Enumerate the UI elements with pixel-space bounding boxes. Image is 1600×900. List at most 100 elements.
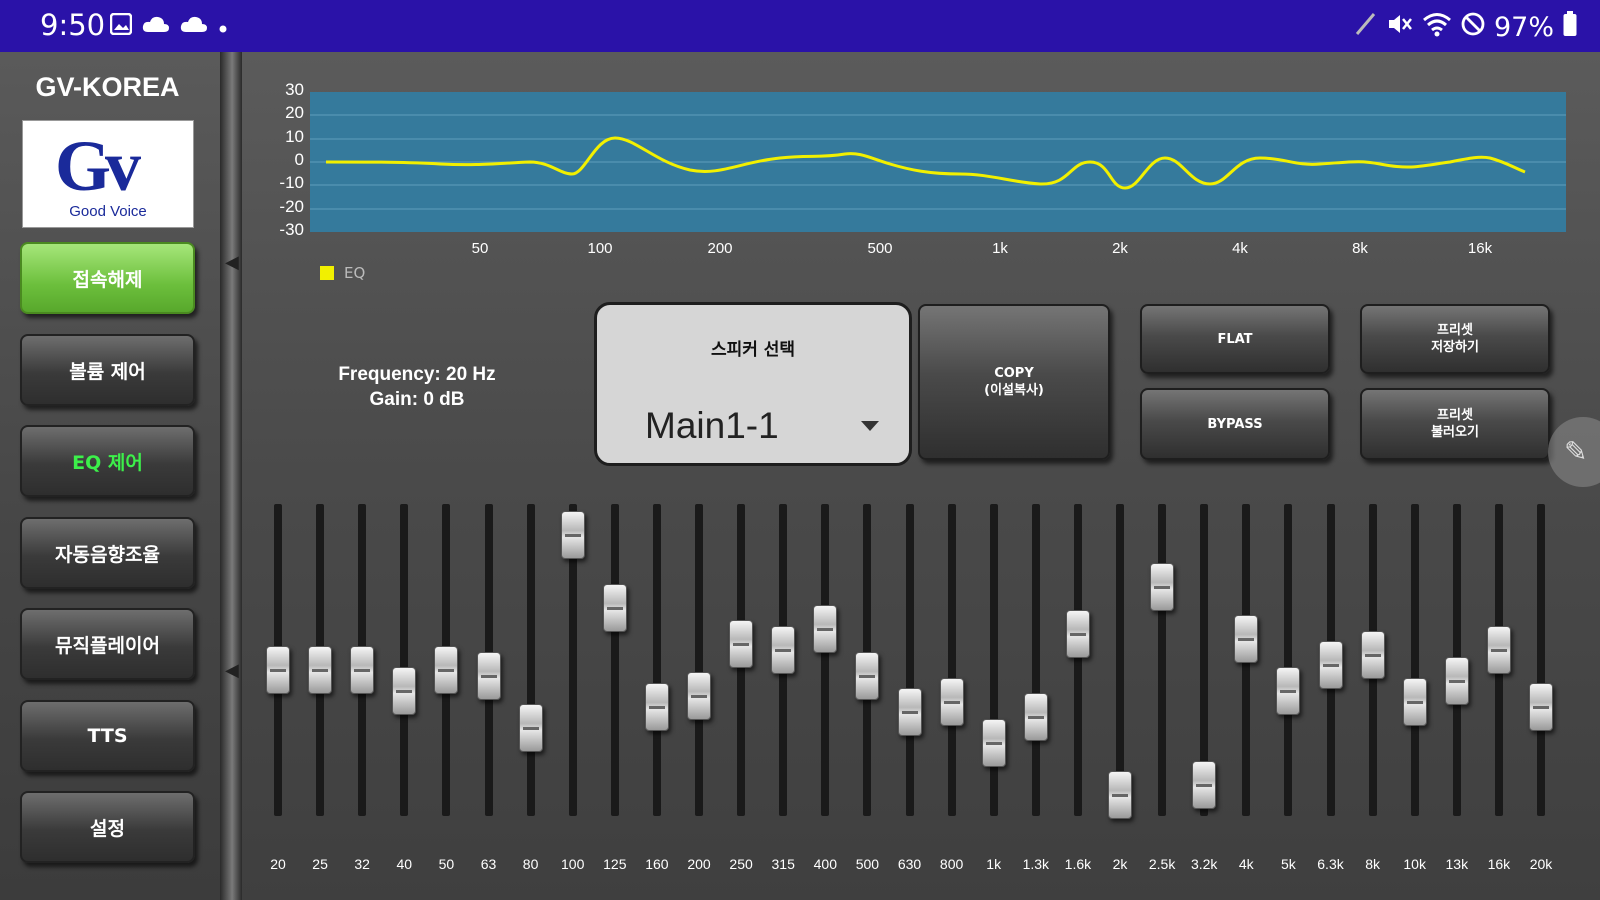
- dot-icon: [218, 15, 228, 41]
- fader-track[interactable]: [1410, 504, 1419, 816]
- auto-tuning-button[interactable]: 자동음향조율: [20, 517, 195, 589]
- fader-frequency-label: 63: [480, 856, 497, 872]
- fader-track[interactable]: [1031, 504, 1040, 816]
- fader-knob[interactable]: [1276, 667, 1301, 716]
- fader-knob[interactable]: [939, 677, 964, 726]
- fader-knob[interactable]: [1065, 610, 1090, 658]
- fader-knob[interactable]: [729, 620, 754, 669]
- flat-button[interactable]: FLAT: [1140, 304, 1330, 374]
- fader-track[interactable]: [400, 504, 409, 816]
- fader-frequency-label: 32: [354, 856, 370, 872]
- gain-readout: Gain: 0 dB: [369, 389, 465, 410]
- fader-track[interactable]: [1284, 504, 1293, 816]
- fader-knob[interactable]: [1444, 656, 1469, 705]
- fader-knob[interactable]: [266, 646, 290, 695]
- preset-save-button[interactable]: 프리셋 저장하기: [1360, 304, 1550, 374]
- fader-track[interactable]: [610, 504, 619, 816]
- fader-track[interactable]: [821, 504, 830, 816]
- fader-track[interactable]: [947, 504, 956, 816]
- logo-caption: Good Voice: [69, 203, 147, 220]
- fader-track[interactable]: [526, 504, 535, 816]
- fader-frequency-label: 20: [270, 856, 286, 872]
- x-tick-label: 4k: [1232, 240, 1248, 257]
- fader-knob[interactable]: [1529, 682, 1553, 731]
- preset-load-label: 프리셋: [1437, 408, 1473, 423]
- tts-button[interactable]: TTS: [20, 700, 195, 772]
- y-tick-label: -20: [279, 197, 304, 216]
- chevron-down-icon[interactable]: [861, 421, 879, 431]
- fader-knob[interactable]: [1360, 630, 1385, 679]
- preset-save-label: 프리셋: [1437, 323, 1473, 338]
- preset-load-button[interactable]: 프리셋 불러오기: [1360, 388, 1550, 460]
- copy-button[interactable]: COPY (이설복사): [918, 304, 1110, 460]
- fader-knob[interactable]: [602, 584, 627, 632]
- wifi-icon: [1422, 11, 1452, 44]
- settings-button[interactable]: 설정: [20, 791, 195, 863]
- x-tick-label: 100: [587, 240, 613, 257]
- edit-floating-button[interactable]: ✎: [1548, 417, 1600, 487]
- fader-knob[interactable]: [1023, 693, 1048, 742]
- notification-icons: [109, 12, 228, 42]
- legend-swatch: [320, 266, 334, 280]
- fader-knob[interactable]: [771, 625, 796, 674]
- fader-frequency-label: 500: [855, 856, 880, 872]
- fader-knob[interactable]: [518, 703, 543, 752]
- fader-knob[interactable]: [560, 511, 585, 560]
- fader-knob[interactable]: [1234, 615, 1259, 664]
- fader-track[interactable]: [1158, 504, 1167, 816]
- fader-knob[interactable]: [687, 672, 711, 721]
- fader-track[interactable]: [695, 504, 703, 816]
- fader-frequency-label: 3.2k: [1190, 856, 1218, 872]
- fader-frequency-label: 1k: [986, 856, 1002, 872]
- fader-knob[interactable]: [1402, 677, 1427, 726]
- bypass-button[interactable]: BYPASS: [1140, 388, 1330, 460]
- eq-control-button[interactable]: EQ 제어: [20, 425, 195, 497]
- fader-track[interactable]: [989, 504, 998, 816]
- fader-knob[interactable]: [981, 719, 1006, 768]
- fader-knob[interactable]: [350, 646, 375, 695]
- fader-knob[interactable]: [855, 651, 880, 700]
- fader-knob[interactable]: [476, 651, 501, 700]
- fader-frequency-label: 800: [939, 856, 964, 872]
- fader-knob[interactable]: [434, 646, 459, 695]
- music-player-button[interactable]: 뮤직플레이어: [20, 608, 195, 680]
- logo-mark: Gv: [55, 126, 141, 206]
- fader-knob[interactable]: [1150, 563, 1175, 612]
- fader-frequency-label: 80: [522, 856, 539, 872]
- collapse-arrow-icon[interactable]: ◀: [225, 252, 239, 273]
- fader-frequency-label: 6.3k: [1317, 856, 1344, 872]
- disconnect-button[interactable]: 접속해제: [20, 242, 195, 314]
- fader-knob[interactable]: [1108, 771, 1132, 820]
- volume-control-button[interactable]: 볼륨 제어: [20, 334, 195, 406]
- fader-knob[interactable]: [1192, 760, 1217, 809]
- speaker-select-dropdown[interactable]: 스피커 선택 Main1-1: [594, 302, 912, 466]
- fader-frequency-label: 400: [813, 856, 837, 872]
- fader-track[interactable]: [1116, 504, 1124, 816]
- fader-frequency-label: 125: [603, 856, 627, 872]
- fader-knob[interactable]: [1486, 625, 1511, 674]
- fader-knob[interactable]: [897, 688, 922, 736]
- fader-frequency-label: 40: [396, 856, 413, 872]
- fader-knob[interactable]: [644, 682, 669, 731]
- fader-frequency-label: 25: [312, 856, 328, 872]
- speaker-select-title: 스피커 선택: [710, 340, 796, 360]
- fader-track[interactable]: [652, 504, 661, 816]
- company-logo: Gv Good Voice: [22, 120, 194, 228]
- fader-track[interactable]: [905, 504, 914, 816]
- fader-track[interactable]: [1537, 504, 1545, 816]
- preset-load-sublabel: 불러오기: [1431, 425, 1479, 440]
- fader-knob[interactable]: [392, 667, 417, 716]
- fader-knob[interactable]: [1318, 641, 1343, 690]
- fader-track[interactable]: [1073, 504, 1082, 816]
- collapse-arrow-icon[interactable]: ◀: [225, 660, 239, 681]
- fader-frequency-label: 100: [561, 856, 585, 872]
- panel-divider-handle[interactable]: ◀ ◀: [220, 52, 242, 900]
- fader-knob[interactable]: [308, 646, 333, 695]
- y-tick-label: 20: [285, 103, 304, 122]
- flat-button-label: FLAT: [1217, 331, 1253, 347]
- fader-knob[interactable]: [813, 604, 838, 653]
- pencil-icon: ✎: [1564, 435, 1588, 468]
- speaker-select-value[interactable]: Main1-1: [645, 405, 779, 447]
- fader-frequency-label: 16k: [1487, 856, 1511, 872]
- y-tick-label: 10: [285, 127, 304, 146]
